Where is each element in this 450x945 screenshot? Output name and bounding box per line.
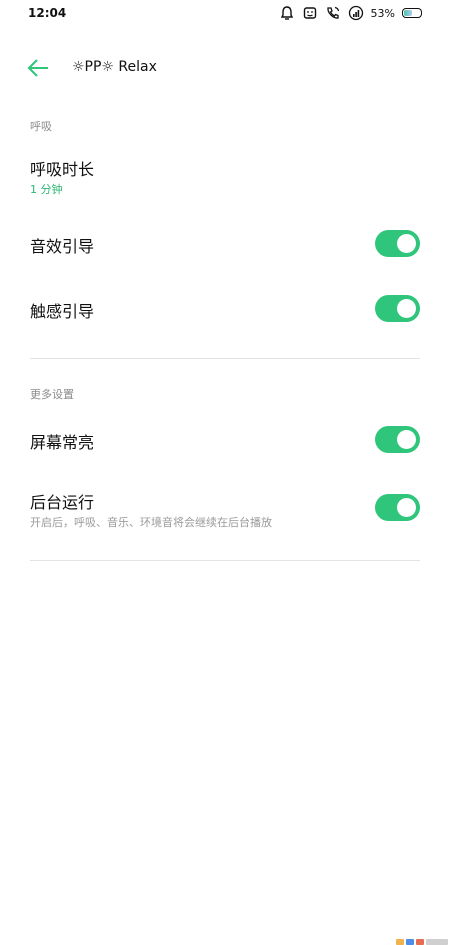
setting-breath-duration[interactable]: 呼吸时长 1 分钟 <box>0 148 450 198</box>
status-bar: 12:04 53% <box>0 0 450 28</box>
setting-breath-duration-label: 呼吸时长 <box>30 160 95 179</box>
setting-screen-on-label: 屏幕常亮 <box>30 433 95 452</box>
screen-on-toggle[interactable] <box>375 426 420 453</box>
setting-screen-on: 屏幕常亮 <box>0 418 450 462</box>
back-button[interactable] <box>26 56 50 80</box>
page-title: ☼PP☼ Relax <box>72 59 157 75</box>
wifi-call-icon <box>326 6 339 19</box>
setting-background-run-label: 后台运行 <box>30 493 95 512</box>
watermark-block <box>416 939 424 945</box>
setting-sound-guide-label: 音效引导 <box>30 237 95 256</box>
battery-fill <box>404 10 412 16</box>
status-icons: 53% <box>279 5 422 21</box>
sound-guide-toggle[interactable] <box>375 230 420 257</box>
section-label-more: 更多设置 <box>30 388 74 401</box>
watermark <box>396 937 448 945</box>
toggle-knob <box>397 498 416 517</box>
haptic-guide-toggle[interactable] <box>375 295 420 322</box>
face-icon <box>303 7 316 19</box>
watermark-block <box>396 939 404 945</box>
toggle-knob <box>397 299 416 318</box>
watermark-block <box>426 939 448 945</box>
section-label-breathing: 呼吸 <box>30 120 52 133</box>
app-header: ☼PP☼ Relax <box>0 48 450 88</box>
setting-haptic-guide-label: 触感引导 <box>30 302 95 321</box>
setting-haptic-guide: 触感引导 <box>0 287 450 331</box>
battery-icon <box>402 8 422 18</box>
section-divider <box>30 560 420 561</box>
section-divider <box>30 358 420 359</box>
setting-background-run: 后台运行 开启后，呼吸、音乐、环境音将会继续在后台播放 <box>0 486 450 536</box>
setting-breath-duration-value: 1 分钟 <box>30 183 63 196</box>
watermark-block <box>406 939 414 945</box>
toggle-knob <box>397 234 416 253</box>
toggle-knob <box>397 430 416 449</box>
background-run-toggle[interactable] <box>375 494 420 521</box>
alarm-icon <box>280 6 293 20</box>
setting-background-run-description: 开启后，呼吸、音乐、环境音将会继续在后台播放 <box>30 516 272 529</box>
setting-sound-guide: 音效引导 <box>0 222 450 266</box>
battery-percent: 53% <box>370 6 395 20</box>
status-time: 12:04 <box>28 6 67 20</box>
signal-icon <box>348 5 363 21</box>
